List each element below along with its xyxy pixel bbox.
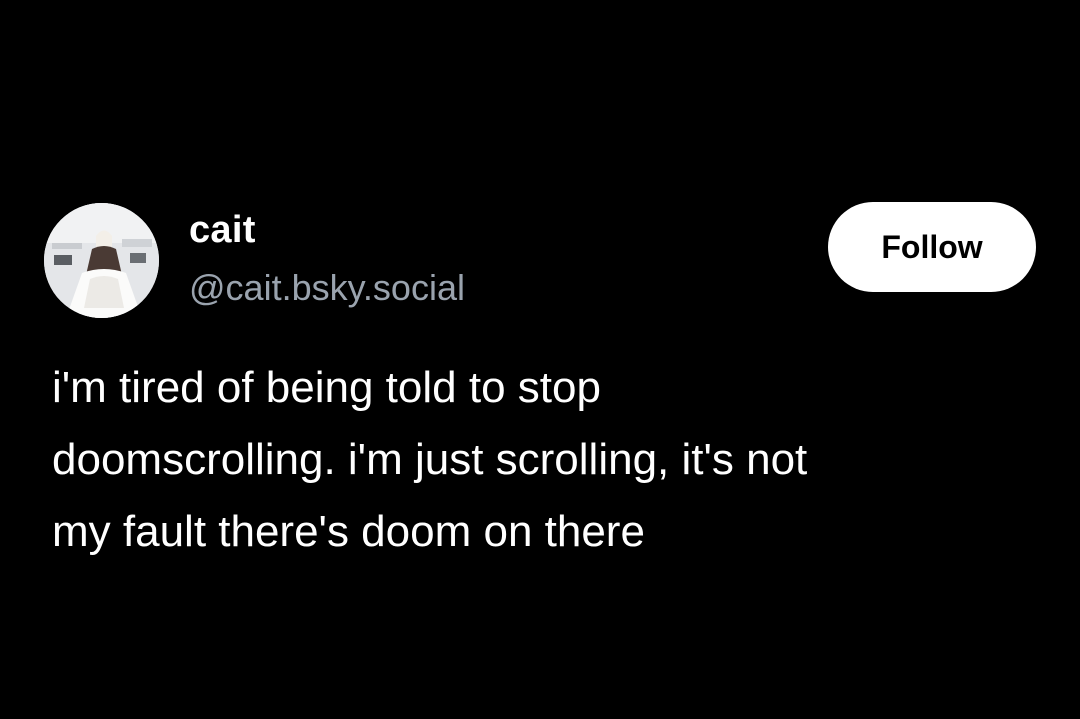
- avatar-photo: [44, 203, 159, 318]
- follow-button[interactable]: Follow: [828, 202, 1036, 292]
- author-handle[interactable]: @cait.bsky.social: [189, 265, 465, 311]
- post-text: i'm tired of being told to stop doomscro…: [52, 352, 1052, 568]
- post-card: cait @cait.bsky.social Follow i'm tired …: [0, 0, 1080, 719]
- author-display-name[interactable]: cait: [189, 206, 256, 254]
- post-text-line: i'm tired of being told to stop: [52, 363, 601, 412]
- post-text-line: doomscrolling. i'm just scrolling, it's …: [52, 435, 808, 484]
- avatar[interactable]: [44, 203, 159, 318]
- post-text-line: my fault there's doom on there: [52, 507, 645, 556]
